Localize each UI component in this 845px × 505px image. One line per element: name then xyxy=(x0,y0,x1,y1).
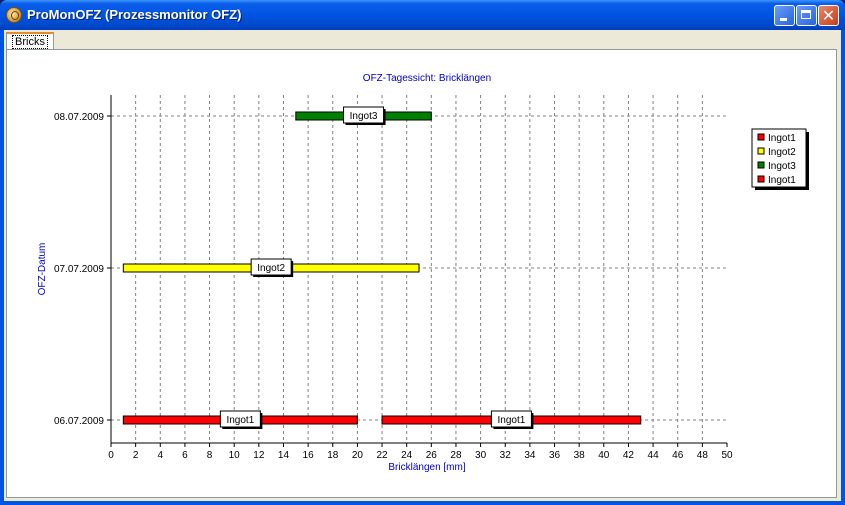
x-tick-label: 22 xyxy=(376,450,388,461)
x-tick-label: 48 xyxy=(697,450,709,461)
x-tick-label: 38 xyxy=(574,450,586,461)
client-area: Bricks OFZ-Tagessicht: Bricklängen 0 2 4 6 8 1… xyxy=(4,30,841,501)
close-button[interactable]: ✕ xyxy=(818,5,839,26)
x-tick-label: 50 xyxy=(721,450,733,461)
legend-entry: Ingot2 xyxy=(768,147,796,158)
bricklaengen-chart: OFZ-Tagessicht: Bricklängen0 2 4 6 8 10 12 14 16… xyxy=(37,73,809,473)
bar-label: Ingot3 xyxy=(350,111,378,122)
x-tick-label: 42 xyxy=(623,450,635,461)
bar-label: Ingot2 xyxy=(257,263,285,274)
bar-label: Ingot1 xyxy=(226,415,254,426)
legend-swatch-ingot1 xyxy=(757,133,765,141)
x-axis-label: Bricklängen [mm] xyxy=(388,462,465,473)
x-tick-label: 14 xyxy=(278,450,290,461)
y-tick-label: 06.07.2009 xyxy=(54,416,104,427)
x-tick-label: 6 xyxy=(182,450,188,461)
x-tick-label: 8 xyxy=(207,450,213,461)
x-tick-label: 26 xyxy=(426,450,438,461)
x-tick-label: 16 xyxy=(303,450,315,461)
minimize-icon xyxy=(780,18,787,21)
legend-swatch-ingot3 xyxy=(757,161,765,169)
y-axis-label: OFZ-Datum xyxy=(37,243,48,296)
bar-label: Ingot1 xyxy=(497,415,525,426)
application-window: ProMonOFZ (Prozessmonitor OFZ) ✕ Bricks … xyxy=(0,0,845,505)
x-tick-label: 24 xyxy=(401,450,413,461)
x-tick-label: 28 xyxy=(450,450,462,461)
y-tick-label: 08.07.2009 xyxy=(54,112,104,123)
tab-bricks-label: Bricks xyxy=(12,35,48,49)
legend-swatch-ingot2 xyxy=(757,147,765,155)
title-bar[interactable]: ProMonOFZ (Prozessmonitor OFZ) ✕ xyxy=(0,0,845,30)
x-tick-label: 46 xyxy=(672,450,684,461)
minimize-button[interactable] xyxy=(774,5,795,26)
tab-page-bricks: OFZ-Tagessicht: Bricklängen 0 2 4 6 8 10 12 14 16… xyxy=(6,49,837,498)
maximize-icon xyxy=(801,10,811,19)
x-tick-label: 32 xyxy=(500,450,512,461)
x-tick-label: 0 xyxy=(108,450,114,461)
x-tick-label: 20 xyxy=(352,450,364,461)
x-tick-label: 40 xyxy=(598,450,610,461)
x-tick-label: 44 xyxy=(648,450,660,461)
x-tick-label: 18 xyxy=(327,450,339,461)
x-tick-label: 30 xyxy=(475,450,487,461)
chart-title: OFZ-Tagessicht: Bricklängen xyxy=(363,73,491,84)
close-icon: ✕ xyxy=(821,6,836,25)
legend-entry: Ingot3 xyxy=(768,161,796,172)
x-tick-label: 12 xyxy=(253,450,265,461)
legend-entry: Ingot1 xyxy=(768,133,796,144)
y-tick-label: 07.07.2009 xyxy=(54,264,104,275)
x-tick-label: 34 xyxy=(524,450,536,461)
maximize-button[interactable] xyxy=(796,5,817,26)
legend-swatch-ingot1 xyxy=(757,175,765,183)
app-icon[interactable] xyxy=(6,7,22,23)
legend-entry: Ingot1 xyxy=(768,175,796,186)
x-tick-label: 2 xyxy=(133,450,139,461)
x-tick-label: 10 xyxy=(229,450,241,461)
x-tick-label: 36 xyxy=(549,450,561,461)
x-tick-label: 4 xyxy=(157,450,163,461)
window-title: ProMonOFZ (Prozessmonitor OFZ) xyxy=(27,7,242,22)
